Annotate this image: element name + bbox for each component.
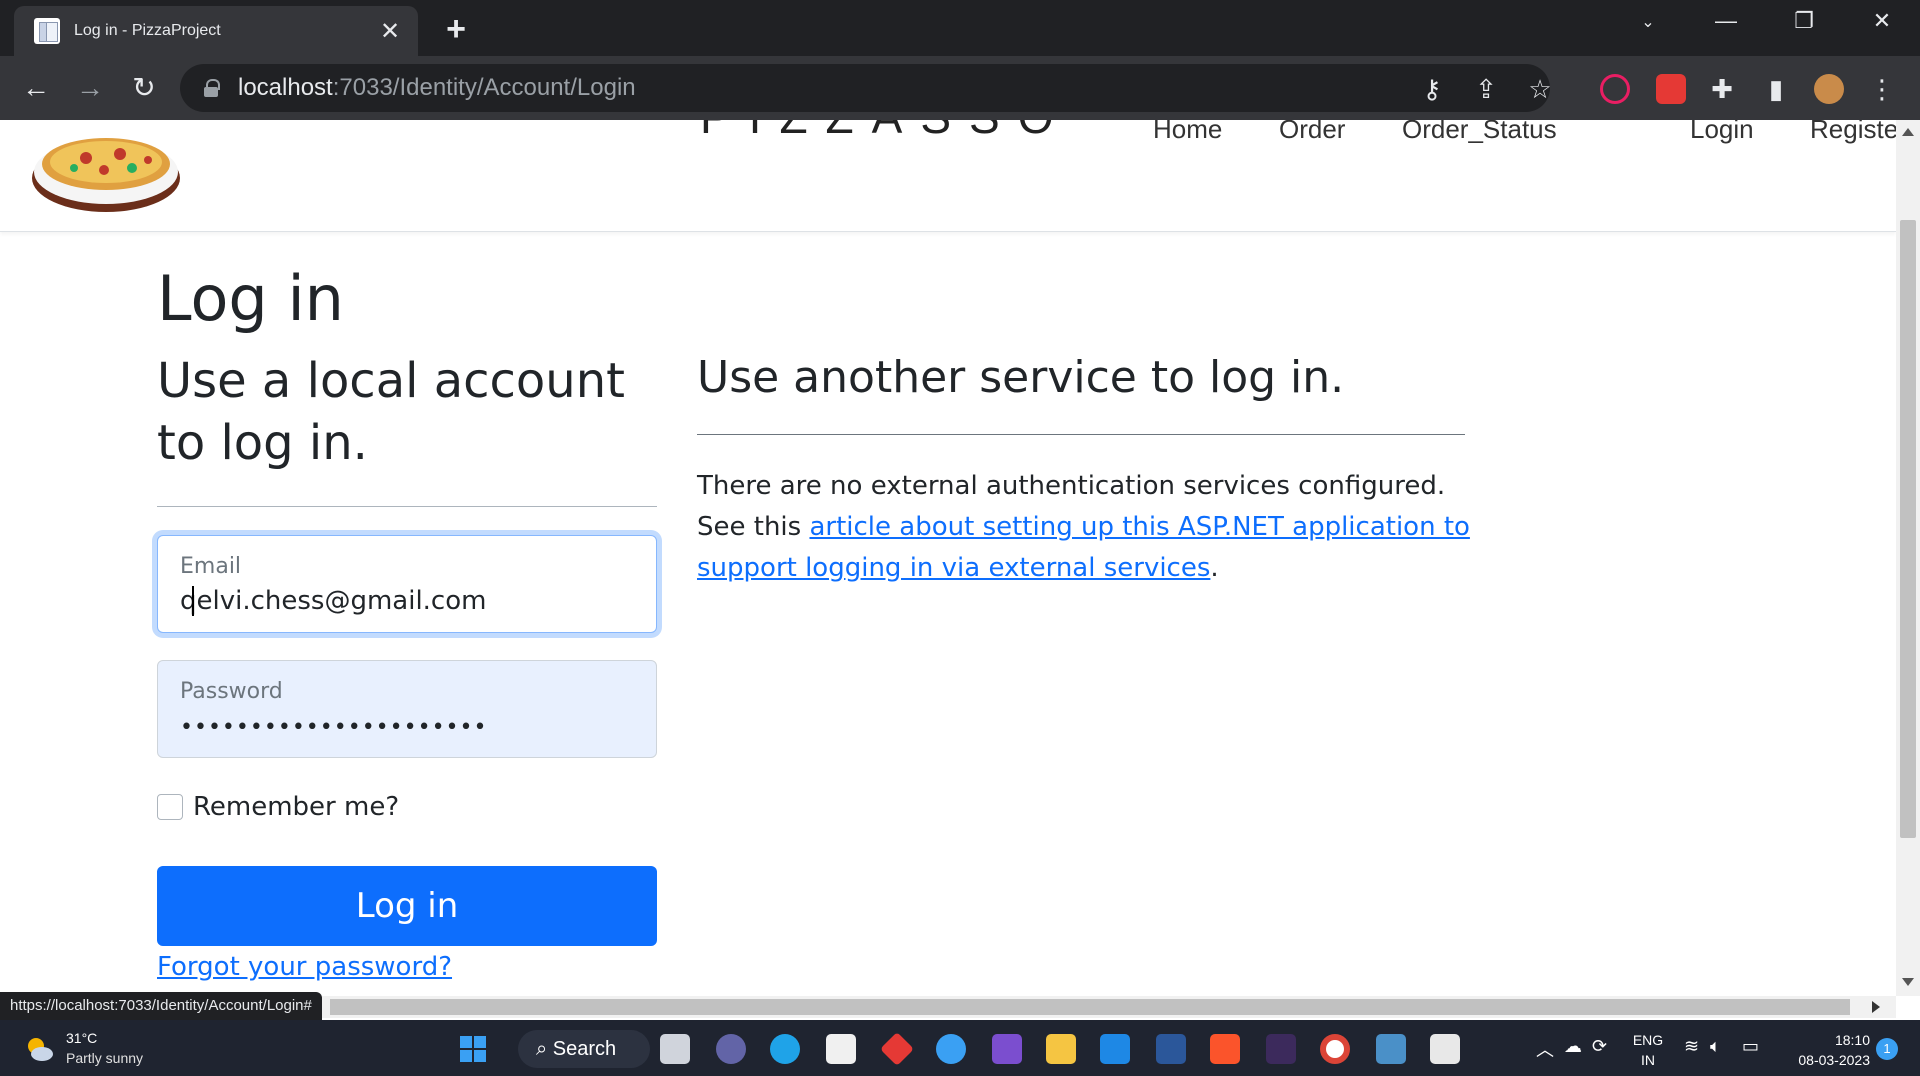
pizza-logo-icon[interactable]	[28, 120, 182, 220]
window-close-icon[interactable]: ✕	[1862, 8, 1902, 34]
weather-temperature[interactable]: 31°C	[66, 1030, 97, 1046]
back-icon[interactable]: ←	[18, 70, 54, 106]
visual-studio-icon[interactable]	[992, 1034, 1022, 1064]
browser-tab[interactable]: Log in - PizzaProject ✕	[14, 6, 418, 56]
tray-overflow-chevron-icon[interactable]: ︿	[1536, 1036, 1554, 1062]
extensions-puzzle-icon[interactable]: ✚	[1706, 74, 1738, 105]
remember-me-row[interactable]: Remember me?	[157, 792, 399, 822]
external-service-heading: Use another service to log in.	[697, 352, 1345, 403]
scroll-up-arrow-icon[interactable]	[1902, 128, 1914, 136]
snipping-tool-icon[interactable]	[1430, 1034, 1460, 1064]
volume-icon[interactable]: 🔈︎	[1710, 1036, 1721, 1057]
local-account-heading: Use a local account to log in.	[157, 353, 625, 471]
extension-record-icon[interactable]	[1600, 74, 1630, 104]
status-bar-url: https://localhost:7033/Identity/Account/…	[0, 992, 322, 1020]
vertical-scroll-thumb[interactable]	[1900, 220, 1916, 838]
url-text[interactable]: localhost:7033/Identity/Account/Login	[238, 74, 636, 102]
language-top[interactable]: ENG	[1630, 1032, 1666, 1048]
external-text-after: .	[1210, 553, 1219, 583]
nav-order[interactable]: Order	[1279, 120, 1345, 145]
external-services-text: There are no external authentication ser…	[697, 466, 1477, 589]
divider-right	[697, 434, 1465, 435]
help-app-icon[interactable]	[936, 1034, 966, 1064]
minimize-icon[interactable]: —	[1706, 8, 1746, 34]
bookmark-star-icon[interactable]: ☆	[1524, 74, 1556, 105]
url-path: :7033/Identity/Account/Login	[332, 74, 636, 101]
teams-chat-icon[interactable]	[716, 1034, 746, 1064]
nav-register[interactable]: Registe	[1810, 120, 1896, 145]
divider-left	[157, 506, 657, 507]
clock-time[interactable]: 18:10	[1780, 1032, 1870, 1048]
email-input[interactable]: qelvi.chess@gmail.com	[180, 586, 486, 616]
login-button[interactable]: Log in	[157, 866, 657, 946]
scroll-right-arrow-icon[interactable]	[1872, 1001, 1880, 1013]
remember-me-label[interactable]: Remember me?	[193, 792, 399, 822]
terminal-icon[interactable]	[1266, 1034, 1296, 1064]
weather-partly-sunny-icon[interactable]	[24, 1034, 54, 1064]
password-input[interactable]: ••••••••••••••••••••••	[180, 715, 487, 740]
browser-toolbar: ← → ↻ localhost:7033/Identity/Account/Lo…	[0, 56, 1920, 120]
forgot-password-link[interactable]: Forgot your password?	[157, 952, 452, 982]
password-label: Password	[180, 679, 283, 704]
edge-browser-icon[interactable]	[770, 1034, 800, 1064]
url-host: localhost	[238, 74, 333, 101]
windows-start-icon[interactable]	[458, 1034, 488, 1064]
word-icon[interactable]	[1156, 1034, 1186, 1064]
new-tab-button[interactable]: +	[438, 10, 474, 49]
microsoft-store-icon[interactable]	[826, 1034, 856, 1064]
weather-description[interactable]: Partly sunny	[66, 1050, 143, 1066]
browser-menu-icon[interactable]: ⋮	[1866, 74, 1898, 105]
search-label: Search	[552, 1038, 617, 1060]
vscode-icon[interactable]	[1100, 1034, 1130, 1064]
horizontal-scroll-thumb[interactable]	[330, 999, 1850, 1015]
page-viewport: PIZZASSO Home Order Order_Status Login R…	[0, 120, 1896, 996]
site-header: PIZZASSO Home Order Order_Status Login R…	[0, 120, 1896, 232]
brave-browser-icon[interactable]	[1210, 1034, 1240, 1064]
extension-shield-icon[interactable]	[1656, 74, 1686, 104]
text-caret	[192, 586, 194, 616]
profile-avatar[interactable]	[1814, 74, 1844, 104]
tab-search-chevron-icon[interactable]: ⌄	[1628, 12, 1668, 32]
remember-me-checkbox[interactable]	[157, 794, 183, 820]
sync-icon[interactable]: ⟳	[1592, 1036, 1607, 1057]
taskbar-search[interactable]: ⌕ Search	[518, 1030, 650, 1068]
lock-icon[interactable]	[204, 79, 220, 97]
chrome-icon[interactable]	[1320, 1034, 1350, 1064]
email-field[interactable]: Email qelvi.chess@gmail.com	[157, 535, 657, 633]
site-brand[interactable]: PIZZASSO	[700, 120, 1071, 144]
nav-login[interactable]: Login	[1690, 120, 1754, 145]
tab-close-icon[interactable]: ✕	[376, 17, 404, 46]
page-favicon-icon	[34, 18, 60, 44]
onedrive-cloud-icon[interactable]: ☁	[1564, 1036, 1582, 1057]
vertical-scrollbar[interactable]	[1896, 120, 1920, 996]
forward-icon[interactable]: →	[72, 70, 108, 106]
app-red-diamond-icon[interactable]	[880, 1032, 914, 1066]
share-icon[interactable]: ⇪	[1470, 74, 1502, 105]
taskbar: 31°C Partly sunny ⌕ Search ︿ ☁ ⟳ ENG IN …	[0, 1020, 1920, 1076]
tab-title: Log in - PizzaProject	[74, 22, 221, 39]
search-icon: ⌕	[536, 1038, 553, 1060]
battery-icon[interactable]: ▭	[1742, 1036, 1759, 1057]
address-bar[interactable]: localhost:7033/Identity/Account/Login ⚷ …	[180, 64, 1552, 112]
key-icon[interactable]: ⚷	[1416, 74, 1448, 105]
file-explorer-icon[interactable]	[1046, 1034, 1076, 1064]
notification-badge[interactable]: 1	[1876, 1038, 1898, 1060]
nav-order-status[interactable]: Order_Status	[1402, 120, 1557, 145]
scroll-down-arrow-icon[interactable]	[1902, 978, 1914, 986]
wifi-icon[interactable]: ≋	[1684, 1036, 1699, 1057]
language-bottom[interactable]: IN	[1630, 1052, 1666, 1068]
reload-icon[interactable]: ↻	[126, 70, 162, 106]
restore-icon[interactable]: ❐	[1784, 8, 1824, 34]
clock-date[interactable]: 08-03-2023	[1770, 1052, 1870, 1068]
task-view-icon[interactable]	[660, 1034, 690, 1064]
browser-tab-bar: Log in - PizzaProject ✕ + ⌄ — ❐ ✕	[0, 0, 1920, 56]
email-label: Email	[180, 554, 242, 579]
nav-home[interactable]: Home	[1153, 120, 1222, 145]
side-panel-icon[interactable]: ▮	[1760, 74, 1792, 105]
password-field[interactable]: Password ••••••••••••••••••••••	[157, 660, 657, 758]
page-title: Log in	[157, 262, 344, 335]
external-auth-article-link[interactable]: article about setting up this ASP.NET ap…	[697, 512, 1470, 583]
resource-monitor-icon[interactable]	[1376, 1034, 1406, 1064]
